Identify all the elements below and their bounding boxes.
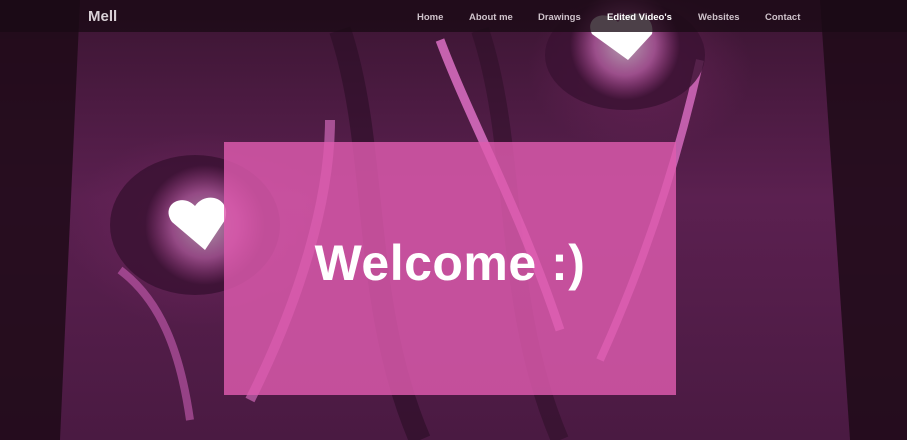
nav-drawings[interactable]: Drawings <box>538 12 581 23</box>
nav-contact[interactable]: Contact <box>765 12 800 23</box>
nav-home[interactable]: Home <box>417 12 443 23</box>
navbar: Mell Home About me Drawings Edited Video… <box>0 0 907 32</box>
nav-edited-videos[interactable]: Edited Video's <box>607 12 672 23</box>
welcome-heading: Welcome :) <box>314 235 586 291</box>
welcome-panel: Welcome :) <box>224 142 676 395</box>
nav-websites[interactable]: Websites <box>698 12 740 23</box>
nav-links: Home About me Drawings Edited Video's We… <box>0 12 907 26</box>
nav-about-me[interactable]: About me <box>469 12 513 23</box>
